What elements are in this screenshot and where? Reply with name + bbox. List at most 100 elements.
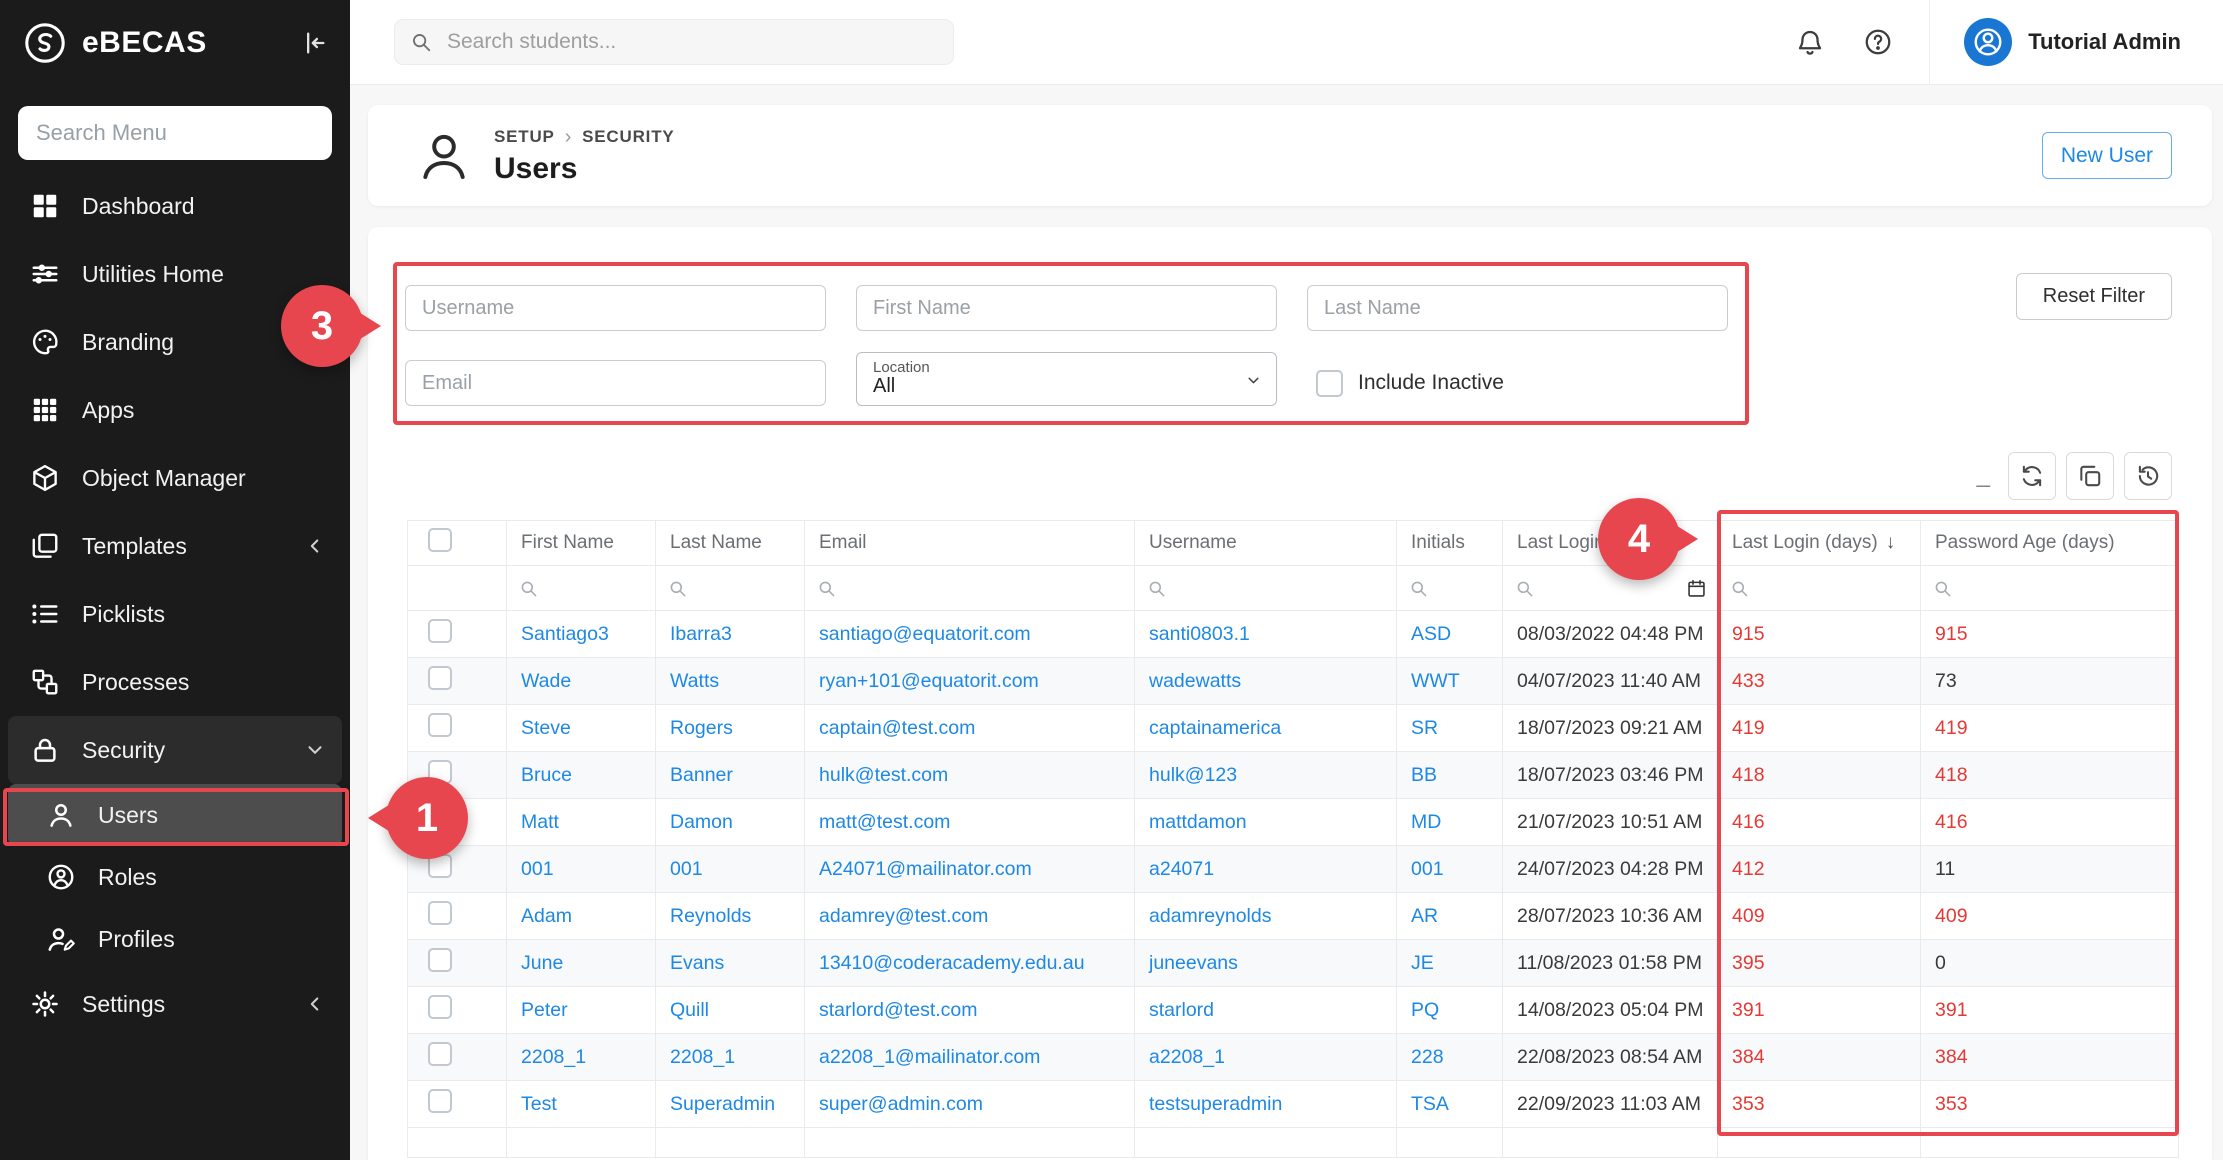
location-select[interactable]: Location All	[856, 352, 1277, 406]
column-header-email[interactable]: Email	[805, 521, 1135, 566]
cell-last-name[interactable]: Quill	[656, 987, 805, 1034]
column-filter-input[interactable]	[1135, 566, 1397, 611]
cell-first-name[interactable]: Bruce	[507, 752, 656, 799]
cell-first-name[interactable]: June	[507, 940, 656, 987]
cell-username[interactable]: wadewatts	[1135, 658, 1397, 705]
cell-email[interactable]: super@admin.com	[805, 1081, 1135, 1128]
reset-filter-button[interactable]: Reset Filter	[2016, 273, 2172, 320]
sidebar-item-object-manager[interactable]: Object Manager	[0, 444, 350, 512]
cell-last-name[interactable]: Banner	[656, 752, 805, 799]
breadcrumb-setup[interactable]: SETUP	[494, 127, 555, 147]
sidebar-item-apps[interactable]: Apps	[0, 376, 350, 444]
cell-username[interactable]: juneevans	[1135, 940, 1397, 987]
cell-last-name[interactable]: Reynolds	[656, 893, 805, 940]
sidebar-item-security[interactable]: Security	[8, 716, 342, 784]
cell-email[interactable]: starlord@test.com	[805, 987, 1135, 1034]
sidebar-search-input[interactable]	[18, 106, 332, 160]
filter-email-input[interactable]	[405, 360, 826, 406]
cell-first-name[interactable]: Steve	[507, 705, 656, 752]
filter-first-name-input[interactable]	[856, 285, 1277, 331]
refresh-button[interactable]	[2008, 452, 2056, 500]
cell-initials[interactable]: MD	[1397, 799, 1503, 846]
cell-email[interactable]: hulk@test.com	[805, 752, 1135, 799]
column-header-last-login-days[interactable]: Last Login (days)↓	[1718, 521, 1921, 566]
cell-first-name[interactable]: Matt	[507, 799, 656, 846]
cell-initials[interactable]: WWT	[1397, 658, 1503, 705]
cell-first-name[interactable]: Santiago3	[507, 611, 656, 658]
cell-first-name[interactable]: Wade	[507, 658, 656, 705]
cell-username[interactable]: a2208_1	[1135, 1034, 1397, 1081]
cell-initials[interactable]: 228	[1397, 1034, 1503, 1081]
column-filter-input[interactable]	[1397, 566, 1503, 611]
cell-initials[interactable]: JE	[1397, 940, 1503, 987]
filter-username-input[interactable]	[405, 285, 826, 331]
breadcrumb-security[interactable]: SECURITY	[582, 127, 674, 147]
cell-email[interactable]: matt@test.com	[805, 799, 1135, 846]
user-avatar[interactable]	[1964, 18, 2012, 66]
cell-last-name[interactable]: Rogers	[656, 705, 805, 752]
cell-first-name[interactable]: 001	[507, 846, 656, 893]
cell-email[interactable]: santiago@equatorit.com	[805, 611, 1135, 658]
row-checkbox[interactable]	[428, 995, 452, 1019]
column-header-first-name[interactable]: First Name	[507, 521, 656, 566]
cell-username[interactable]: a24071	[1135, 846, 1397, 893]
cell-first-name[interactable]: Peter	[507, 987, 656, 1034]
cell-email[interactable]: captain@test.com	[805, 705, 1135, 752]
cell-first-name[interactable]: Adam	[507, 893, 656, 940]
select-all-checkbox[interactable]	[428, 528, 452, 552]
cell-last-name[interactable]: Evans	[656, 940, 805, 987]
column-header-password-age-days[interactable]: Password Age (days)	[1921, 521, 2179, 566]
cell-last-name[interactable]: Damon	[656, 799, 805, 846]
column-filter-input[interactable]	[1718, 566, 1921, 611]
user-name[interactable]: Tutorial Admin	[2028, 29, 2181, 55]
sidebar-item-settings[interactable]: Settings	[0, 970, 350, 1038]
cell-initials[interactable]: PQ	[1397, 987, 1503, 1034]
cell-last-name[interactable]: 2208_1	[656, 1034, 805, 1081]
column-header-initials[interactable]: Initials	[1397, 521, 1503, 566]
cell-initials[interactable]: 001	[1397, 846, 1503, 893]
cell-first-name[interactable]: 2208_1	[507, 1034, 656, 1081]
sidebar-item-users[interactable]: Users	[8, 784, 342, 846]
sidebar-item-profiles[interactable]: Profiles	[0, 908, 350, 970]
cell-initials[interactable]: SR	[1397, 705, 1503, 752]
cell-username[interactable]: testsuperadmin	[1135, 1081, 1397, 1128]
sidebar-item-picklists[interactable]: Picklists	[0, 580, 350, 648]
cell-username[interactable]: adamreynolds	[1135, 893, 1397, 940]
cell-email[interactable]: A24071@mailinator.com	[805, 846, 1135, 893]
help-icon[interactable]	[1863, 27, 1893, 57]
row-checkbox[interactable]	[428, 948, 452, 972]
cell-last-name[interactable]: Watts	[656, 658, 805, 705]
sidebar-item-templates[interactable]: Templates	[0, 512, 350, 580]
cell-initials[interactable]: AR	[1397, 893, 1503, 940]
cell-email[interactable]: 13410@coderacademy.edu.au	[805, 940, 1135, 987]
new-user-button[interactable]: New User	[2042, 132, 2172, 179]
cell-last-name[interactable]: Superadmin	[656, 1081, 805, 1128]
restore-history-button[interactable]	[2124, 452, 2172, 500]
sidebar-item-roles[interactable]: Roles	[0, 846, 350, 908]
sidebar-collapse-icon[interactable]	[300, 29, 328, 57]
column-filter-input[interactable]	[805, 566, 1135, 611]
notifications-bell-icon[interactable]	[1795, 27, 1825, 57]
cell-username[interactable]: starlord	[1135, 987, 1397, 1034]
student-search-input[interactable]	[394, 19, 954, 65]
column-header-username[interactable]: Username	[1135, 521, 1397, 566]
cell-initials[interactable]: ASD	[1397, 611, 1503, 658]
cell-username[interactable]: hulk@123	[1135, 752, 1397, 799]
cell-last-name[interactable]: Ibarra3	[656, 611, 805, 658]
column-filter-input[interactable]	[507, 566, 656, 611]
sidebar-item-processes[interactable]: Processes	[0, 648, 350, 716]
cell-email[interactable]: a2208_1@mailinator.com	[805, 1034, 1135, 1081]
cell-first-name[interactable]: Test	[507, 1081, 656, 1128]
row-checkbox[interactable]	[428, 1042, 452, 1066]
cell-last-name[interactable]: 001	[656, 846, 805, 893]
row-checkbox[interactable]	[428, 713, 452, 737]
column-filter-input[interactable]	[1503, 566, 1718, 611]
row-checkbox[interactable]	[428, 901, 452, 925]
column-filter-input[interactable]	[1921, 566, 2179, 611]
cell-username[interactable]: santi0803.1	[1135, 611, 1397, 658]
filter-last-name-input[interactable]	[1307, 285, 1728, 331]
cell-initials[interactable]: BB	[1397, 752, 1503, 799]
column-header-last-name[interactable]: Last Name	[656, 521, 805, 566]
sidebar-item-dashboard[interactable]: Dashboard	[0, 172, 350, 240]
column-filter-input[interactable]	[656, 566, 805, 611]
